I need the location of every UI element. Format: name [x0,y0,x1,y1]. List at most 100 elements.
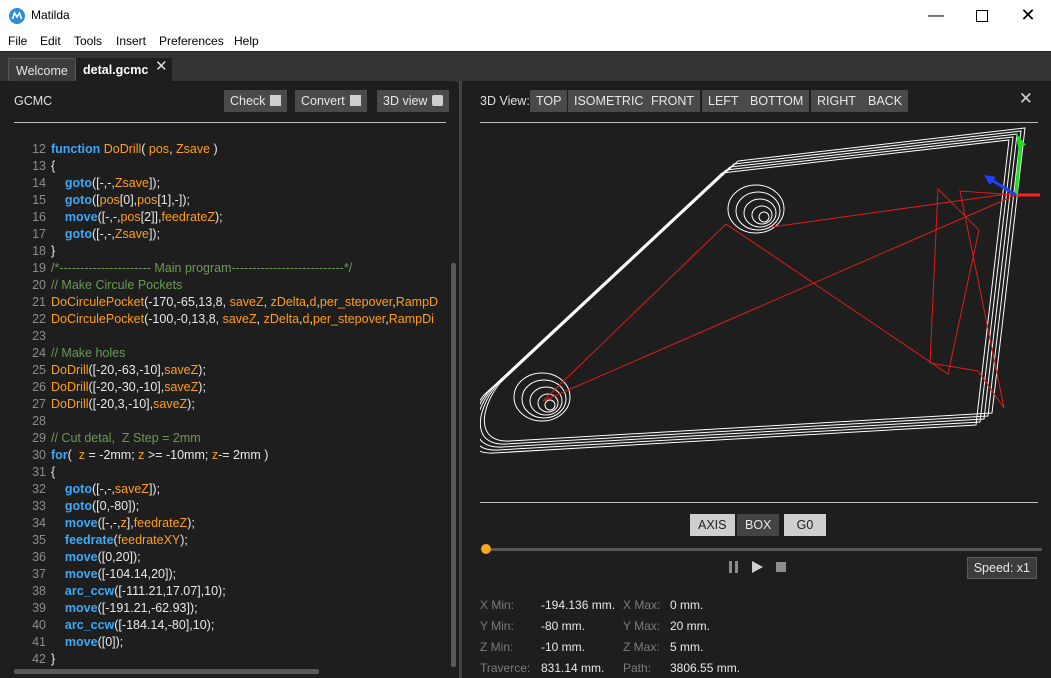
code-token: ); [198,363,206,377]
stat-y-min-label: Y Min: [480,619,514,633]
editor-vertical-scrollbar[interactable] [451,263,456,667]
play-button[interactable] [750,560,764,577]
tab-close-icon[interactable]: ✕ [155,57,168,75]
tab-strip: Welcome detal.gcmc ✕ [0,51,1051,82]
code-token: ); [187,516,195,530]
menu-help[interactable]: Help [234,34,259,48]
identifier-token: per_stepover [312,312,386,326]
code-token: { [51,159,56,173]
minimize-button[interactable]: — [913,0,959,31]
line-number: 28 [32,414,46,428]
identifier-token: zDelta [270,295,306,309]
speed-button[interactable]: Speed: x1 [966,557,1037,579]
stat-x-min-value: -194.136 mm. [541,598,616,612]
toggle-axis-button[interactable]: AXIS [690,514,735,536]
code-token: ([-,-, [91,482,115,496]
code-token: ([-111.21,17.07],10); [114,584,226,598]
code-token: ); [198,380,206,394]
identifier-token: saveZ [164,363,199,377]
convert-icon [349,95,361,106]
line-number: 38 [32,584,46,598]
menu-tools[interactable]: Tools [74,34,102,48]
code-editor[interactable]: 12 function DoDrill( pos, Zsave ) 13{14 go… [0,142,449,667]
stop-button[interactable] [775,560,787,577]
code-token: = -2mm; [85,448,139,462]
view-bottom-button[interactable]: BOTTOM [744,90,810,112]
view-back-button[interactable]: BACK [862,90,909,112]
code-token: ); [187,397,195,411]
code-text: goto([-,-,saveZ]); [51,482,160,496]
view-right-button[interactable]: RIGHT [811,90,862,112]
playback-timeline[interactable] [486,548,1042,551]
menu-edit[interactable]: Edit [40,34,61,48]
code-token: ([-20,-30,-10], [88,380,165,394]
pocket-top [727,184,785,234]
code-token: -= 2mm ) [218,448,269,462]
keyword-token: move [64,601,98,615]
keyword-token: move [64,635,98,649]
code-text: DoDrill([-20,-30,-10],saveZ); [51,380,206,394]
pocket-bottom [513,372,571,422]
toggle-box-button[interactable]: BOX [737,514,780,536]
code-text: arc_ccw([-184.14,-80],10); [51,618,214,632]
pause-icon [729,561,738,573]
menu-insert[interactable]: Insert [116,34,146,48]
keyword-token: move [64,567,98,581]
identifier-token: DoCirculePocket [51,312,145,326]
line-number: 12 [32,142,46,156]
identifier-token: DoDrill [51,380,89,394]
stat-z-max-value: 5 mm. [670,640,704,654]
3d-viewport[interactable] [480,123,1051,503]
line-number: 19 [32,261,46,275]
pause-button[interactable] [728,560,740,577]
view-isometric-button[interactable]: ISOMETRIC [568,90,650,112]
convert-button[interactable]: Convert [295,90,367,112]
code-token: ) [210,142,218,156]
tab-welcome[interactable]: Welcome [8,58,76,82]
code-text: DoDrill([-20,3,-10],saveZ); [51,397,195,411]
timeline-handle[interactable] [481,544,491,554]
identifier-token: zDelta [263,312,300,326]
close-viewer-icon[interactable]: ✕ [1019,89,1033,109]
code-token: [0], [119,193,138,207]
menu-preferences[interactable]: Preferences [159,34,224,48]
code-token: , [263,295,271,309]
check-button[interactable]: Check [224,90,288,112]
line-number: 36 [32,550,46,564]
3d-view-button[interactable]: 3D view [377,90,450,112]
code-text: /*---------------------- Main program---… [51,261,352,275]
toggle-g0-button[interactable]: G0 [784,514,826,536]
identifier-token: per_stepover [319,295,393,309]
stat-x-min-label: X Min: [480,598,515,612]
maximize-button[interactable] [959,0,1005,31]
view-left-button[interactable]: LEFT [702,90,745,112]
close-window-button[interactable]: ✕ [1005,0,1051,31]
line-number: 15 [32,193,46,207]
check-button-label: Check [230,94,266,108]
line-number: 18 [32,244,46,258]
play-icon [752,561,763,573]
code-token: ([-184.14,-80],10); [114,618,215,632]
code-token: ([-191.21,-62.93]); [97,601,198,615]
menu-file[interactable]: File [8,34,27,48]
code-text: move([-,-,z],feedrateZ); [51,516,195,530]
code-token: ([ [91,193,100,207]
view-top-button[interactable]: TOP [530,90,568,112]
line-number: 39 [32,601,46,615]
code-text: move([0,20]); [51,550,141,564]
code-text: for( z = -2mm; z >= -10mm; z-= 2mm ) [51,448,268,462]
line-number: 27 [32,397,46,411]
code-text: // Make Circule Pockets [51,278,182,292]
code-text: DoDrill([-20,-63,-10],saveZ); [51,363,206,377]
editor-horizontal-scrollbar[interactable] [14,669,319,674]
view-front-button[interactable]: FRONT [645,90,701,112]
